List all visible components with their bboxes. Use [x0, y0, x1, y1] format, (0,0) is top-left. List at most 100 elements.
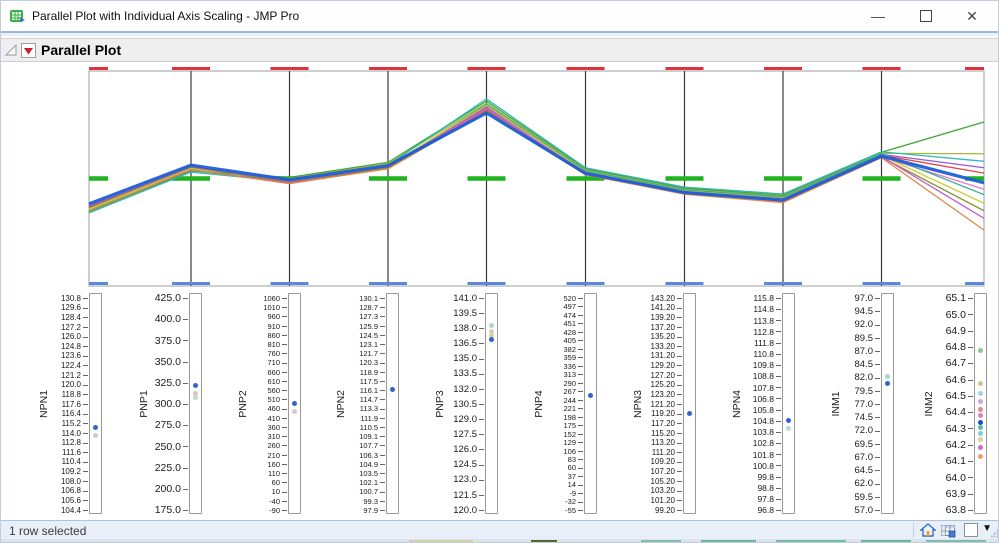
tick-mark	[380, 409, 385, 410]
tick-mark	[578, 442, 583, 443]
slider-dot-INM2[interactable]	[978, 454, 983, 459]
maximize-button[interactable]	[904, 1, 948, 31]
tick-label: 107.8	[726, 383, 774, 393]
tick-label: 115.20	[627, 429, 675, 438]
slider-dot-NPN1[interactable]	[93, 433, 98, 438]
series-line[interactable]	[89, 106, 984, 205]
minimize-button[interactable]: —	[856, 1, 900, 31]
tick-label: 124.5	[429, 459, 477, 470]
tick-label: 118.8	[33, 390, 81, 399]
tick-mark	[875, 311, 880, 312]
series-line[interactable]	[89, 109, 984, 209]
slider-dot-PNP3[interactable]	[489, 323, 494, 328]
tick-label: 141.0	[429, 293, 477, 304]
tick-mark	[183, 340, 188, 341]
plot-frame	[89, 71, 984, 286]
slider-dot-NPN2[interactable]	[390, 387, 395, 392]
data-table-icon[interactable]	[940, 523, 956, 538]
tick-label: 132.0	[429, 384, 477, 395]
slider-dot-INM2[interactable]	[978, 420, 983, 425]
tick-label: 125.20	[627, 380, 675, 389]
tick-label: 74.5	[825, 412, 873, 423]
disclosure-triangle-icon[interactable]	[4, 44, 18, 58]
tick-label: 136.5	[429, 338, 477, 349]
series-line[interactable]	[89, 113, 984, 204]
series-line[interactable]	[89, 99, 984, 213]
tick-label: 111.8	[726, 338, 774, 348]
slider-dot-INM2[interactable]	[978, 399, 983, 404]
tick-mark	[677, 510, 682, 511]
series-line[interactable]	[89, 101, 984, 212]
resize-grip[interactable]	[991, 529, 999, 538]
slider-dot-PNP1[interactable]	[193, 395, 198, 400]
tick-mark	[83, 404, 88, 405]
series-line[interactable]	[89, 105, 984, 209]
series-line[interactable]	[89, 104, 984, 210]
tick-label: 111.6	[33, 448, 81, 457]
tick-mark	[776, 410, 781, 411]
tick-mark	[875, 364, 880, 365]
tick-mark	[578, 349, 583, 350]
axis-slider-NPN3[interactable]	[683, 293, 696, 514]
series-line[interactable]	[89, 103, 984, 208]
tick-mark	[83, 298, 88, 299]
tick-label: 104.4	[33, 506, 81, 515]
axis-slider-INM1[interactable]	[881, 293, 894, 514]
axis-slider-PNP1[interactable]	[189, 293, 202, 514]
tick-label: 111.20	[627, 448, 675, 457]
axis-slider-PNP4[interactable]	[584, 293, 597, 514]
tick-label: 64.8	[918, 341, 966, 353]
series-line[interactable]	[89, 110, 984, 207]
tick-label: 101.20	[627, 496, 675, 505]
slider-dot-INM2[interactable]	[978, 348, 983, 353]
tick-label: 115.8	[726, 293, 774, 303]
tick-mark	[875, 431, 880, 432]
tick-mark	[677, 365, 682, 366]
tick-mark	[677, 423, 682, 424]
axis-slider-NPN1[interactable]	[89, 293, 102, 514]
slider-dot-INM1[interactable]	[885, 381, 890, 386]
series-line[interactable]	[89, 111, 984, 211]
series-line[interactable]	[89, 112, 984, 230]
slider-dot-INM1[interactable]	[885, 374, 890, 379]
tick-mark	[479, 313, 484, 314]
tick-mark	[282, 399, 287, 400]
tick-label: 111.9	[330, 414, 378, 423]
status-checkbox[interactable]	[964, 523, 978, 537]
slider-dot-INM2[interactable]	[978, 407, 983, 412]
tick-label: 121.5	[429, 490, 477, 501]
tick-label: 65.1	[918, 292, 966, 304]
tick-mark	[83, 471, 88, 472]
tick-mark	[380, 390, 385, 391]
tick-label: 375.0	[133, 335, 181, 347]
slider-dot-NPN4[interactable]	[786, 418, 791, 423]
tick-mark	[83, 481, 88, 482]
tick-mark	[578, 434, 583, 435]
slider-dot-PNP2[interactable]	[292, 409, 297, 414]
tick-label: 128.4	[33, 313, 81, 322]
tick-label: 120.0	[429, 505, 477, 516]
tick-label: 107.20	[627, 467, 675, 476]
axis-slider-NPN2[interactable]	[386, 293, 399, 514]
tick-mark	[578, 298, 583, 299]
tick-mark	[380, 363, 385, 364]
tick-label: 103.5	[330, 469, 378, 478]
close-button[interactable]: ✕	[950, 1, 994, 31]
tick-mark	[282, 409, 287, 410]
series-line[interactable]	[89, 108, 984, 218]
tick-mark	[776, 465, 781, 466]
tick-mark	[380, 344, 385, 345]
tick-mark	[479, 434, 484, 435]
axis-slider-NPN4[interactable]	[782, 293, 795, 514]
slider-dot-INM2[interactable]	[978, 431, 983, 436]
tick-mark	[83, 308, 88, 309]
tick-mark	[282, 335, 287, 336]
tick-mark	[875, 378, 880, 379]
red-triangle-menu-button[interactable]	[21, 43, 36, 58]
tick-label: 64.3	[918, 423, 966, 435]
tick-mark	[83, 414, 88, 415]
slider-dot-NPN4[interactable]	[786, 426, 791, 431]
tick-mark	[479, 404, 484, 405]
home-icon[interactable]	[920, 523, 936, 538]
tick-mark	[776, 510, 781, 511]
